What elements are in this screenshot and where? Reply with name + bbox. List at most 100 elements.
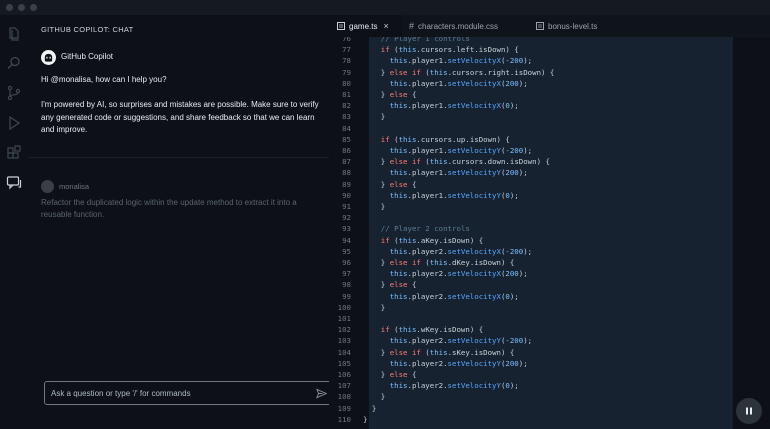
line-number: 98	[342, 280, 351, 290]
file-icon	[536, 22, 544, 30]
code-line[interactable]: 107 this.player2.setVelocityY(0);	[329, 380, 770, 391]
code-line[interactable]: 89 } else {	[329, 179, 770, 190]
user-message: Refactor the duplicated logic within the…	[41, 198, 297, 219]
code-line[interactable]: 91 }	[329, 201, 770, 212]
code-line[interactable]: 98 } else {	[329, 279, 770, 290]
code-text: }	[363, 392, 386, 402]
line-number: 96	[342, 258, 351, 267]
code-line[interactable]: 95 this.player2.setVelocityX(-200);	[329, 246, 770, 257]
search-icon[interactable]	[6, 55, 22, 71]
code-text: // Player 1 controls	[363, 37, 470, 43]
code-line[interactable]: 106 } else {	[329, 369, 770, 380]
code-line[interactable]: 100 }	[329, 302, 770, 313]
code-line[interactable]: 81 } else {	[329, 89, 770, 100]
close-icon[interactable]: ×	[383, 21, 388, 31]
code-text: this.player2.setVelocityY(-200);	[363, 336, 533, 346]
maximize-window-dot[interactable]	[30, 4, 37, 11]
code-text: } else if (this.cursors.down.isDown) {	[363, 157, 550, 167]
code-line[interactable]: 108 }	[329, 391, 770, 402]
line-number: 86	[342, 146, 351, 155]
code-text: } else {	[363, 179, 417, 189]
code-line[interactable]: 90 this.player1.setVelocityY(0);	[329, 190, 770, 201]
code-line[interactable]: 97 this.player2.setVelocityX(200);	[329, 268, 770, 279]
line-number: 91	[342, 202, 351, 211]
code-line[interactable]: 77 if (this.cursors.left.isDown) {	[329, 44, 770, 55]
code-line[interactable]: 99 this.player2.setVelocityX(0);	[329, 291, 770, 302]
code-line[interactable]: 83 }	[329, 111, 770, 122]
line-number: 83	[342, 112, 351, 122]
code-text: this.player2.setVelocityX(-200);	[363, 246, 533, 256]
pause-button[interactable]	[736, 398, 762, 424]
chat-panel: GITHUB COPILOT: CHAT GitHub Copilot Hi @…	[28, 15, 334, 429]
line-number: 88	[342, 168, 351, 178]
code-text: if (this.cursors.up.isDown) {	[363, 134, 510, 144]
line-number: 77	[342, 45, 351, 55]
css-file-icon: #	[409, 21, 415, 31]
code-line[interactable]: 87 } else if (this.cursors.down.isDown) …	[329, 156, 770, 167]
chat-input-box[interactable]	[44, 381, 334, 405]
code-text: // Player 2 controls	[363, 224, 470, 234]
line-number: 103	[337, 336, 351, 346]
code-text: } else if (this.sKey.isDown) {	[363, 347, 515, 357]
tab-label: game.ts	[349, 21, 378, 31]
line-number: 87	[342, 157, 351, 167]
line-number: 105	[337, 358, 351, 368]
tab-bonus-level-ts[interactable]: bonus-level.ts	[536, 15, 636, 37]
code-text: }	[363, 403, 377, 413]
code-line[interactable]: 80 this.player1.setVelocityX(200);	[329, 78, 770, 89]
code-line[interactable]: 102 if (this.wKey.isDown) {	[329, 324, 770, 335]
extensions-icon[interactable]	[6, 145, 22, 161]
code-line[interactable]: 96 } else if (this.dKey.isDown) {	[329, 257, 770, 268]
line-number: 82	[342, 101, 351, 111]
code-line[interactable]: 76 // Player 1 controls	[329, 37, 770, 44]
code-line[interactable]: 101	[329, 313, 770, 324]
line-number: 94	[342, 235, 351, 245]
code-line[interactable]: 94 if (this.aKey.isDown) {	[329, 235, 770, 246]
line-number: 97	[342, 269, 351, 279]
code-text: }	[363, 202, 386, 211]
chat-icon[interactable]	[6, 175, 22, 191]
run-debug-icon[interactable]	[6, 115, 22, 131]
chat-panel-title: GITHUB COPILOT: CHAT	[41, 25, 134, 34]
send-icon[interactable]	[316, 388, 327, 399]
line-number: 85	[342, 134, 351, 144]
code-line[interactable]: 84	[329, 123, 770, 134]
line-number: 89	[342, 179, 351, 189]
line-number: 80	[342, 78, 351, 88]
line-number: 79	[342, 67, 351, 77]
code-line[interactable]: 82 this.player1.setVelocityX(0);	[329, 100, 770, 111]
code-text: }	[363, 414, 368, 424]
code-line[interactable]: 110}	[329, 414, 770, 425]
code-line[interactable]: 92	[329, 212, 770, 223]
minimize-window-dot[interactable]	[18, 4, 25, 11]
code-line[interactable]: 109 }	[329, 403, 770, 414]
chat-divider	[28, 157, 329, 158]
code-line[interactable]: 93 // Player 2 controls	[329, 223, 770, 234]
code-line[interactable]: 105 this.player2.setVelocityY(200);	[329, 358, 770, 369]
code-line[interactable]: 86 this.player1.setVelocityY(-200);	[329, 145, 770, 156]
editor-tabs: game.ts × # characters.module.css bonus-…	[329, 15, 770, 38]
pause-icon	[746, 407, 752, 415]
copilot-avatar	[41, 50, 56, 65]
code-text: } else if (this.cursors.right.isDown) {	[363, 67, 555, 77]
chat-input[interactable]	[51, 385, 301, 401]
code-line[interactable]: 104 } else if (this.sKey.isDown) {	[329, 347, 770, 358]
line-number: 102	[337, 325, 351, 335]
close-window-dot[interactable]	[6, 4, 13, 11]
code-line[interactable]: 85 if (this.cursors.up.isDown) {	[329, 134, 770, 145]
code-text: this.player2.setVelocityX(200);	[363, 269, 528, 279]
line-number: 104	[337, 347, 351, 357]
code-line[interactable]: 79 } else if (this.cursors.right.isDown)…	[329, 67, 770, 78]
code-text: this.player1.setVelocityY(0);	[363, 190, 519, 200]
code-line[interactable]: 78 this.player1.setVelocityX(-200);	[329, 55, 770, 66]
source-control-icon[interactable]	[6, 85, 22, 101]
tab-characters-module-css[interactable]: # characters.module.css	[409, 15, 534, 37]
avatar	[41, 180, 54, 193]
explorer-icon[interactable]	[6, 26, 22, 42]
tab-game-ts[interactable]: game.ts ×	[329, 15, 402, 37]
code-editor[interactable]: 76 // Player 1 controls 77 if (this.curso…	[329, 37, 770, 429]
code-line[interactable]: 103 this.player2.setVelocityY(-200);	[329, 335, 770, 346]
code-line[interactable]: 88 this.player1.setVelocityY(200);	[329, 167, 770, 178]
line-number: 101	[337, 314, 351, 323]
code-text: this.player1.setVelocityX(0);	[363, 101, 519, 111]
